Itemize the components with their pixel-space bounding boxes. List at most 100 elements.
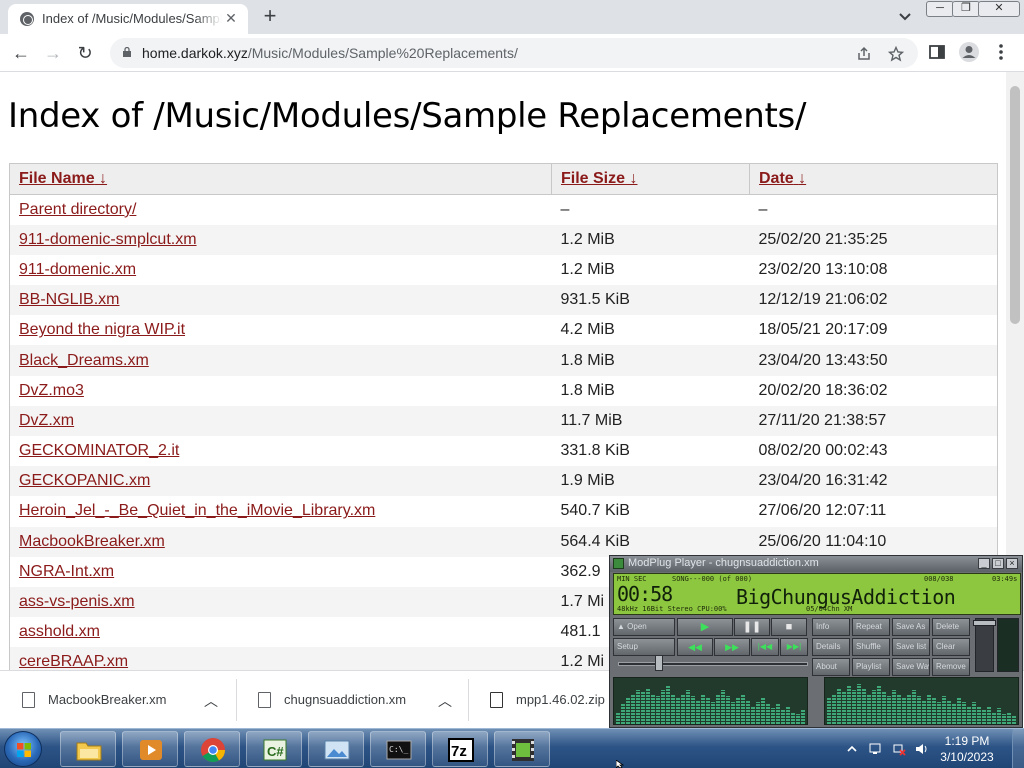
reload-button[interactable]: ↻ [72, 40, 98, 66]
file-link[interactable]: 911-domenic-smplcut.xm [19, 231, 197, 248]
file-link[interactable]: NGRA-Int.xm [19, 563, 114, 580]
modplug-minimize-button[interactable]: _ [978, 558, 990, 569]
action-center-icon[interactable] [868, 742, 882, 756]
stop-button[interactable]: ■ [771, 618, 807, 636]
volume-slider[interactable] [975, 618, 994, 672]
file-link[interactable]: DvZ.mo3 [19, 382, 84, 399]
sort-by-size-link[interactable]: File Size ↓ [561, 170, 637, 187]
column-header-size[interactable]: File Size ↓ [551, 163, 750, 195]
start-button[interactable] [4, 731, 42, 767]
file-date-cell: 27/11/20 21:38:57 [749, 405, 998, 436]
save-as-button[interactable]: Save As [892, 618, 930, 636]
chevron-up-icon[interactable]: ︿ [204, 691, 218, 711]
address-bar[interactable]: home.darkok.xyz/Music/Modules/Sample%20R… [110, 38, 918, 68]
spectrum-bar [842, 692, 846, 724]
file-name-cell: cereBRAAP.xm [9, 647, 552, 670]
menu-kebab-icon[interactable] [990, 41, 1012, 63]
show-hidden-icons-icon[interactable] [845, 742, 859, 756]
file-link[interactable]: ass-vs-penis.xm [19, 593, 135, 610]
new-tab-button[interactable]: + [258, 5, 282, 29]
file-link[interactable]: DvZ.xm [19, 412, 74, 429]
minimize-button[interactable]: ─ [926, 1, 954, 17]
close-window-button[interactable]: ✕ [978, 1, 1020, 17]
scrollbar-thumb[interactable] [1010, 86, 1020, 324]
file-link[interactable]: MacbookBreaker.xm [19, 533, 165, 550]
taskbar-explorer[interactable] [60, 731, 116, 767]
next-track-button[interactable]: ▶▶| [780, 638, 808, 656]
back-button[interactable]: ← [8, 40, 34, 66]
network-icon[interactable] [892, 742, 906, 756]
delete-button[interactable]: Delete [932, 618, 970, 636]
fast-forward-button[interactable]: ▶▶ [714, 638, 750, 656]
tab-search-icon[interactable] [896, 8, 914, 26]
tab-close-icon[interactable]: ✕ [222, 9, 240, 27]
file-link[interactable]: cereBRAAP.xm [19, 653, 128, 670]
file-link[interactable]: BB-NGLIB.xm [19, 291, 119, 308]
modplug-maximize-button[interactable]: □ [992, 558, 1004, 569]
file-link[interactable]: Black_Dreams.xm [19, 352, 149, 369]
file-link[interactable]: GECKOPANIC.xm [19, 472, 150, 489]
file-link[interactable]: GECKOMINATOR_2.it [19, 442, 179, 459]
sort-by-date-link[interactable]: Date ↓ [759, 170, 806, 187]
open-button[interactable]: ▲ Open [613, 618, 675, 636]
file-link[interactable]: 911-domenic.xm [19, 261, 136, 278]
modplug-titlebar[interactable]: ModPlug Player - chugnsuaddiction.xm _ □… [610, 556, 1022, 572]
remove-button[interactable]: Remove [932, 658, 970, 676]
taskbar-photo-viewer[interactable] [308, 731, 364, 767]
taskbar-modplug[interactable] [494, 731, 550, 767]
pause-button[interactable]: ❚❚ [734, 618, 770, 636]
column-header-date[interactable]: Date ↓ [749, 163, 998, 195]
save-wav-button[interactable]: Save Wav [892, 658, 930, 676]
lock-icon[interactable] [122, 47, 132, 57]
share-icon[interactable] [856, 46, 872, 62]
file-link[interactable]: Heroin_Jel_-_Be_Quiet_in_the_iMovie_Libr… [19, 502, 375, 519]
spectrum-bar [857, 684, 861, 724]
download-item[interactable]: mpp1.46.02.zip [468, 671, 608, 729]
file-link[interactable]: asshold.xm [19, 623, 100, 640]
volume-icon[interactable] [914, 742, 928, 756]
bookmark-star-icon[interactable] [888, 46, 904, 62]
details-button[interactable]: Details [812, 638, 850, 656]
repeat-button[interactable]: Repeat [852, 618, 890, 636]
show-desktop-button[interactable] [1012, 729, 1024, 768]
sort-by-name-link[interactable]: File Name ↓ [19, 170, 107, 187]
clear-button[interactable]: Clear [932, 638, 970, 656]
side-panel-icon[interactable] [926, 41, 948, 63]
rewind-button[interactable]: ◀◀ [677, 638, 713, 656]
taskbar-command-prompt[interactable]: C:\_ [370, 731, 426, 767]
file-name-cell: DvZ.mo3 [10, 376, 552, 406]
download-item[interactable]: MacbookBreaker.xm ︿ [0, 671, 236, 729]
file-link[interactable]: Beyond the nigra WIP.it [19, 321, 185, 338]
download-item[interactable]: chugnsuaddiction.xm ︿ [236, 671, 468, 729]
taskbar-7zip[interactable]: 7z [432, 731, 488, 767]
play-button[interactable]: ▶ [677, 618, 733, 636]
seek-thumb[interactable] [655, 655, 663, 671]
mouse-cursor-icon [616, 760, 625, 768]
spectrum-bar [646, 688, 650, 724]
forward-button[interactable]: → [40, 40, 66, 66]
order-info: 008/038 [924, 575, 954, 583]
file-date-cell: 23/04/20 16:31:42 [749, 466, 998, 497]
file-size-cell: 1.2 MiB [560, 260, 615, 278]
maximize-button[interactable]: ❐ [952, 1, 980, 17]
taskbar-chrome[interactable] [184, 731, 240, 767]
setup-button[interactable]: Setup [613, 638, 675, 656]
table-row: MacbookBreaker.xm 564.4 KiB 25/06/20 11:04… [9, 526, 998, 557]
file-link[interactable]: Parent directory/ [19, 201, 136, 218]
about-button[interactable]: About [812, 658, 850, 676]
volume-thumb[interactable] [973, 620, 996, 626]
column-header-name[interactable]: File Name ↓ [9, 163, 552, 195]
taskbar-media-player[interactable] [122, 731, 178, 767]
previous-track-button[interactable]: |◀◀ [751, 638, 779, 656]
seek-bar[interactable] [618, 662, 808, 666]
browser-tab[interactable]: Index of /Music/Modules/Sample Replaceme… [8, 4, 248, 34]
playlist-button[interactable]: Playlist [852, 658, 890, 676]
save-list-button[interactable]: Save list [892, 638, 930, 656]
shuffle-button[interactable]: Shuffle [852, 638, 890, 656]
chevron-up-icon[interactable]: ︿ [438, 691, 452, 711]
modplug-close-button[interactable]: × [1006, 558, 1018, 569]
info-button[interactable]: Info [812, 618, 850, 636]
profile-avatar-icon[interactable] [958, 41, 980, 63]
taskbar-csharp-editor[interactable]: C# [246, 731, 302, 767]
system-clock[interactable]: 1:19 PM 3/10/2023 [932, 733, 1002, 765]
